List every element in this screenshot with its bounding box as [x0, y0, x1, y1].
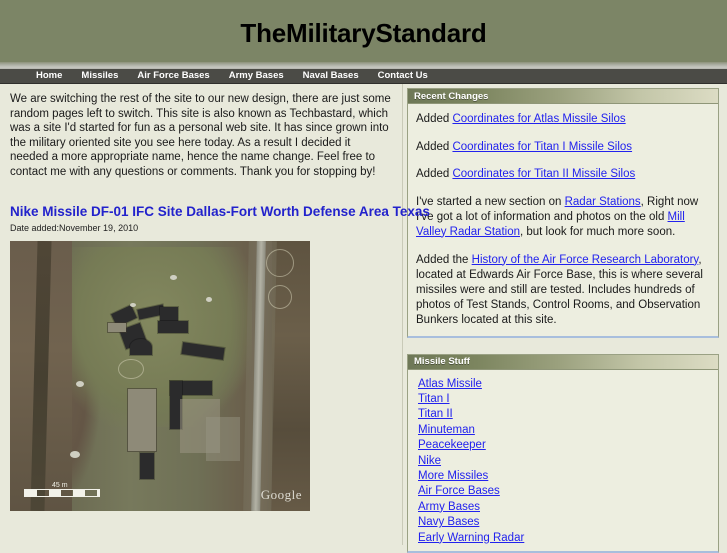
panel-recent-changes: Recent Changes Added Coordinates for Atl…	[407, 88, 719, 338]
satellite-photo: 45 m Google	[10, 240, 310, 511]
nav-item-naval-bases[interactable]: Naval Bases	[303, 69, 359, 83]
recent-change-item: Added Coordinates for Titan II Missile S…	[416, 167, 708, 182]
missile-links-list: Atlas Missile Titan I Titan II Minuteman…	[412, 372, 708, 545]
main-content-column: We are switching the rest of the site to…	[0, 84, 430, 545]
list-item: Navy Bases	[418, 514, 708, 529]
recent-change-prefix: Added	[416, 168, 453, 180]
photo-scale-label: 45 m	[52, 481, 68, 489]
main-navigation: Home Missiles Air Force Bases Army Bases…	[0, 69, 727, 84]
link-nike[interactable]: Nike	[418, 455, 441, 467]
link-titan-i-coordinates[interactable]: Coordinates for Titan I Missile Silos	[452, 141, 632, 153]
photo-bright-spot	[70, 450, 80, 458]
link-titan-ii[interactable]: Titan II	[418, 408, 453, 420]
link-titan-ii-coordinates[interactable]: Coordinates for Titan II Missile Silos	[452, 168, 635, 180]
panel-missile-stuff-title: Missile Stuff	[414, 356, 470, 367]
photo-tank-circle	[268, 284, 292, 309]
panel-missile-stuff-header: Missile Stuff	[408, 354, 718, 370]
link-navy-bases[interactable]: Navy Bases	[418, 516, 479, 528]
site-header: TheMilitaryStandard	[0, 0, 727, 62]
photo-revetment-circle	[118, 358, 144, 379]
radar-text-a: I've started a new section on	[416, 195, 565, 208]
panel-missile-stuff-body: Atlas Missile Titan I Titan II Minuteman…	[408, 370, 718, 551]
link-army-bases[interactable]: Army Bases	[418, 501, 480, 513]
list-item: Titan II	[418, 406, 708, 421]
photo-right-field	[272, 240, 310, 511]
photo-building	[140, 452, 154, 479]
list-item: Early Warning Radar	[418, 530, 708, 545]
link-more-missiles[interactable]: More Missiles	[418, 470, 488, 482]
photo-lot	[206, 416, 240, 461]
recent-change-afrl-paragraph: Added the History of the Air Force Resea…	[416, 253, 708, 328]
panel-recent-changes-title: Recent Changes	[414, 90, 489, 102]
page-body: We are switching the rest of the site to…	[0, 84, 727, 553]
recent-change-radar-paragraph: I've started a new section on Radar Stat…	[416, 195, 708, 240]
link-history-afrl[interactable]: History of the Air Force Research Labora…	[472, 254, 699, 266]
link-peacekeeper[interactable]: Peacekeeper	[418, 439, 486, 451]
photo-bright-spot	[76, 380, 84, 387]
photo-grass-area	[72, 246, 252, 427]
recent-change-item: Added Coordinates for Titan I Missile Si…	[416, 140, 708, 155]
nav-item-contact-us[interactable]: Contact Us	[378, 69, 428, 83]
list-item: Nike	[418, 453, 708, 468]
photo-pad	[108, 322, 126, 332]
list-item: Peacekeeper	[418, 437, 708, 452]
photo-watermark: Google	[260, 486, 302, 502]
photo-scale-bar	[24, 488, 100, 497]
nav-item-air-force-bases[interactable]: Air Force Bases	[137, 69, 209, 83]
intro-paragraph: We are switching the rest of the site to…	[10, 93, 391, 178]
list-item: Army Bases	[418, 499, 708, 514]
list-item: Air Force Bases	[418, 483, 708, 498]
photo-building	[130, 338, 152, 355]
list-item: Titan I	[418, 391, 708, 406]
photo-building	[158, 320, 188, 333]
article-title[interactable]: Nike Missile DF-01 IFC Site Dallas-Fort …	[10, 204, 430, 220]
photo-bright-spot	[170, 274, 177, 280]
right-sidebar: Recent Changes Added Coordinates for Atl…	[403, 84, 727, 553]
nav-highlight-strip	[0, 62, 727, 69]
list-item: Atlas Missile	[418, 376, 708, 391]
nav-item-home[interactable]: Home	[36, 69, 62, 83]
panel-recent-changes-header: Recent Changes	[408, 89, 718, 104]
list-item: More Missiles	[418, 468, 708, 483]
panel-missile-stuff: Missile Stuff Atlas Missile Titan I Tita…	[407, 353, 719, 553]
link-radar-stations[interactable]: Radar Stations	[565, 196, 641, 208]
list-item: Minuteman	[418, 422, 708, 437]
site-title: TheMilitaryStandard	[240, 18, 487, 48]
panel-recent-changes-body: Added Coordinates for Atlas Missile Silo…	[408, 104, 718, 336]
nav-item-army-bases[interactable]: Army Bases	[229, 69, 284, 83]
link-early-warning-radar[interactable]: Early Warning Radar	[418, 532, 524, 544]
recent-change-item: Added Coordinates for Atlas Missile Silo…	[416, 112, 708, 127]
link-air-force-bases[interactable]: Air Force Bases	[418, 485, 500, 497]
nav-item-missiles[interactable]: Missiles	[81, 69, 118, 83]
photo-bright-spot	[130, 302, 136, 307]
link-minuteman[interactable]: Minuteman	[418, 424, 475, 436]
photo-pad	[128, 388, 156, 451]
photo-tank-circle	[266, 248, 294, 277]
afrl-text-a: Added the	[416, 253, 472, 266]
link-atlas-coordinates[interactable]: Coordinates for Atlas Missile Silos	[452, 113, 625, 125]
link-atlas-missile[interactable]: Atlas Missile	[418, 378, 482, 390]
recent-change-prefix: Added	[416, 113, 453, 125]
photo-bright-spot	[206, 296, 212, 302]
radar-text-c: , but look for much more soon.	[519, 225, 676, 238]
link-titan-i[interactable]: Titan I	[418, 393, 450, 405]
recent-change-prefix: Added	[416, 140, 453, 153]
article-date: Date added:November 19, 2010	[10, 222, 139, 233]
